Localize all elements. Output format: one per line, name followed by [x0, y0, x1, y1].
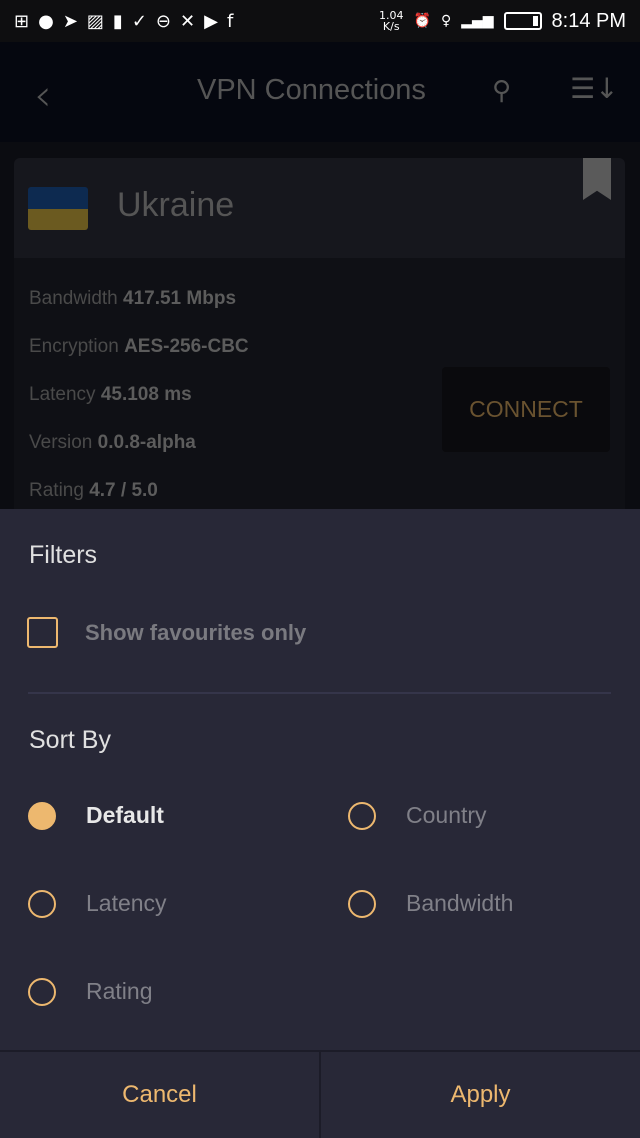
- sort-icon[interactable]: ☰↓: [570, 72, 619, 105]
- x-icon: ✕: [180, 10, 196, 32]
- facebook-icon: f: [226, 10, 234, 32]
- sort-by-heading: Sort By: [29, 726, 111, 754]
- telegram-icon: ➤: [62, 10, 78, 32]
- signal-icon: ▂▄▆: [461, 13, 494, 29]
- latency-label: Latency: [29, 384, 96, 405]
- download-done-icon: ✓: [131, 10, 147, 32]
- key-icon: ♀: [440, 13, 452, 29]
- bookmark-icon[interactable]: [583, 158, 611, 200]
- filters-heading: Filters: [29, 541, 98, 569]
- filter-bottom-sheet: Filters Show favourites only Sort By Def…: [0, 509, 640, 1138]
- encryption-label: Encryption: [29, 336, 119, 357]
- encryption-value: AES-256-CBC: [124, 336, 249, 357]
- favourites-checkbox[interactable]: [27, 617, 58, 648]
- apply-button[interactable]: Apply: [321, 1052, 640, 1138]
- plus-box-icon: ⊞: [14, 10, 30, 32]
- cancel-button[interactable]: Cancel: [0, 1052, 321, 1138]
- bandwidth-label: Bandwidth: [29, 288, 118, 309]
- server-card-header[interactable]: Ukraine: [14, 158, 625, 258]
- clock: 8:14 PM: [551, 9, 626, 32]
- notification-icons: ⊞ ● ➤ ▨ ▮ ✓ ⊖ ✕ ▶ f: [14, 11, 233, 32]
- ukraine-flag-icon: [28, 187, 88, 230]
- search-icon[interactable]: ⚲: [492, 76, 511, 106]
- bandwidth-value: 417.51 Mbps: [123, 288, 237, 309]
- speed-unit: K/s: [382, 20, 400, 33]
- app-bar: ‹ VPN Connections ⚲ ☰↓: [0, 42, 640, 142]
- radio-rating[interactable]: [28, 978, 56, 1006]
- status-bar: ⊞ ● ➤ ▨ ▮ ✓ ⊖ ✕ ▶ f 1.04 K/s ⏰ ♀ ▂▄▆ 8:14…: [0, 0, 640, 42]
- battery-icon: [503, 12, 542, 30]
- connect-button[interactable]: CONNECT: [442, 367, 610, 452]
- country-name: Ukraine: [117, 186, 235, 224]
- rating-row: Rating 4.7 / 5.0: [29, 480, 158, 502]
- option-bandwidth-label[interactable]: Bandwidth: [406, 890, 513, 917]
- network-speed: 1.04 K/s: [379, 10, 404, 32]
- sheet-footer: Cancel Apply: [0, 1050, 640, 1138]
- bandwidth-row: Bandwidth 417.51 Mbps: [29, 288, 236, 310]
- image-icon: ▨: [86, 10, 104, 32]
- latency-row: Latency 45.108 ms: [29, 384, 192, 406]
- server-card-details: Bandwidth 417.51 Mbps Encryption AES-256…: [14, 258, 625, 509]
- version-label: Version: [29, 432, 93, 453]
- option-latency-label[interactable]: Latency: [86, 890, 167, 917]
- messenger-icon: ●: [38, 10, 54, 32]
- chat-bubble-icon: ⊖: [155, 10, 172, 32]
- youtube-icon: ▶: [204, 10, 218, 32]
- radio-country[interactable]: [348, 802, 376, 830]
- divider: [28, 692, 611, 694]
- option-default-label[interactable]: Default: [86, 802, 164, 829]
- latency-value: 45.108 ms: [100, 384, 192, 405]
- radio-latency[interactable]: [28, 890, 56, 918]
- page-title: VPN Connections: [197, 74, 426, 106]
- alarm-icon: ⏰: [413, 13, 431, 29]
- option-country-label[interactable]: Country: [406, 802, 487, 829]
- rating-value: 4.7 / 5.0: [89, 480, 158, 501]
- option-rating-label[interactable]: Rating: [86, 978, 152, 1005]
- encryption-row: Encryption AES-256-CBC: [29, 336, 249, 358]
- back-chevron-icon[interactable]: ‹: [34, 70, 52, 121]
- radio-bandwidth[interactable]: [348, 890, 376, 918]
- favourites-label[interactable]: Show favourites only: [85, 620, 306, 646]
- battery-alert-icon: ▮: [112, 10, 123, 32]
- rating-label: Rating: [29, 480, 84, 501]
- version-row: Version 0.0.8-alpha: [29, 432, 196, 454]
- server-list: Ukraine Bandwidth 417.51 Mbps Encryption…: [0, 142, 640, 509]
- version-value: 0.0.8-alpha: [97, 432, 196, 453]
- radio-default[interactable]: [28, 802, 56, 830]
